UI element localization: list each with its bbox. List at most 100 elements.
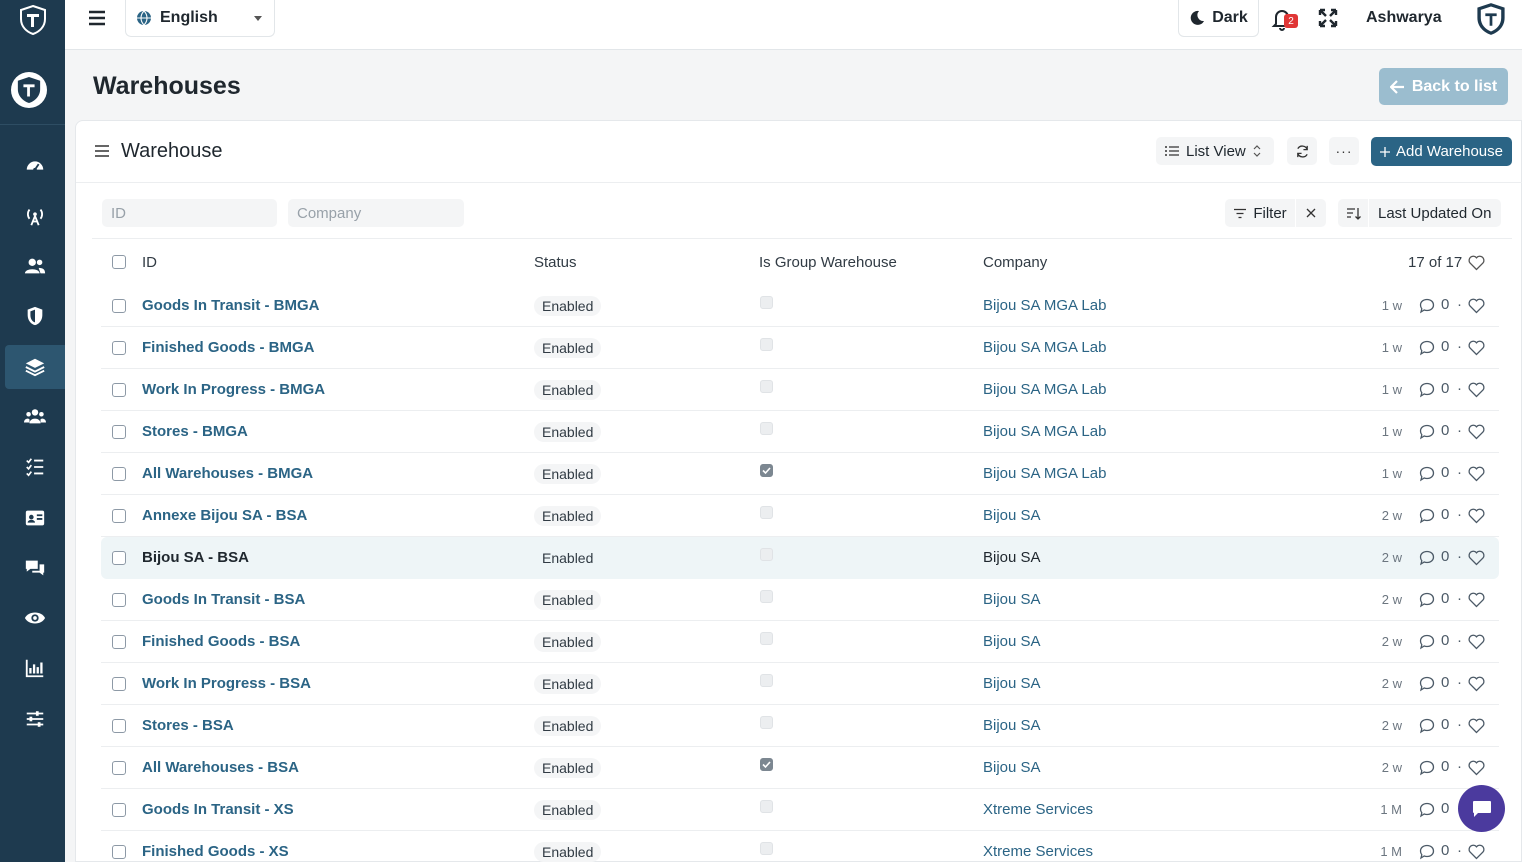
row-checkbox[interactable]	[112, 299, 126, 313]
row-checkbox[interactable]	[112, 341, 126, 355]
sidebar-item-tasks[interactable]	[5, 445, 65, 489]
company-link[interactable]: Xtreme Services	[983, 843, 1093, 860]
fullscreen-icon[interactable]	[1318, 8, 1338, 28]
column-header-company[interactable]: Company	[983, 254, 1047, 271]
warehouse-id-link[interactable]: All Warehouses - BMGA	[142, 465, 313, 482]
company-link[interactable]: Bijou SA	[983, 717, 1041, 734]
row-checkbox[interactable]	[112, 467, 126, 481]
username-label[interactable]: Ashwarya	[1366, 9, 1442, 27]
theme-toggle-button[interactable]: Dark	[1178, 0, 1259, 37]
table-row[interactable]: Work In Progress - BMGA Enabled Bijou SA M…	[101, 369, 1499, 411]
table-row[interactable]: Stores - BMGA Enabled Bijou SA MGA Lab 1 w 0…	[101, 411, 1499, 453]
heart-icon[interactable]	[1468, 592, 1485, 608]
warehouse-id-link[interactable]: All Warehouses - BSA	[142, 759, 299, 776]
table-row[interactable]: Finished Goods - BSA Enabled Bijou SA 2 w 0 ·	[101, 621, 1499, 663]
warehouse-id-link[interactable]: Finished Goods - XS	[142, 843, 289, 860]
heart-icon[interactable]	[1468, 676, 1485, 692]
sidebar-item-stock[interactable]	[5, 345, 65, 389]
heart-icon[interactable]	[1468, 340, 1485, 356]
row-checkbox[interactable]	[112, 593, 126, 607]
view-switcher[interactable]: List View	[1156, 137, 1274, 165]
sidebar-item-users[interactable]	[5, 244, 65, 288]
sidebar-item-settings[interactable]	[5, 697, 65, 741]
row-checkbox[interactable]	[112, 383, 126, 397]
sidebar-item-dashboard[interactable]	[5, 144, 65, 188]
warehouse-id-link[interactable]: Annexe Bijou SA - BSA	[142, 507, 307, 524]
row-checkbox[interactable]	[112, 803, 126, 817]
table-row[interactable]: Annexe Bijou SA - BSA Enabled Bijou SA 2 w 0…	[101, 495, 1499, 537]
heart-icon[interactable]	[1468, 424, 1485, 440]
sidebar-toggle-icon[interactable]	[94, 143, 110, 159]
sidebar-item-broadcast[interactable]	[5, 194, 65, 238]
comment-icon[interactable]	[1419, 718, 1435, 734]
refresh-button[interactable]	[1287, 137, 1317, 165]
menu-icon[interactable]	[85, 8, 109, 28]
filter-button[interactable]: Filter	[1225, 199, 1295, 227]
row-checkbox[interactable]	[112, 425, 126, 439]
sidebar-item-security[interactable]	[5, 294, 65, 338]
more-actions-button[interactable]: ···	[1329, 137, 1359, 165]
warehouse-id-link[interactable]: Finished Goods - BMGA	[142, 339, 315, 356]
company-logo-icon[interactable]	[1475, 2, 1507, 36]
company-link[interactable]: Xtreme Services	[983, 801, 1093, 818]
comment-icon[interactable]	[1419, 760, 1435, 776]
heart-icon[interactable]	[1468, 255, 1485, 271]
company-link[interactable]: Bijou SA	[983, 591, 1041, 608]
table-row[interactable]: Finished Goods - BMGA Enabled Bijou SA MGA…	[101, 327, 1499, 369]
sidebar-item-contacts[interactable]	[5, 496, 65, 540]
table-row[interactable]: Goods In Transit - BMGA Enabled Bijou SA M…	[101, 285, 1499, 327]
company-link[interactable]: Bijou SA	[983, 675, 1041, 692]
id-filter-input[interactable]	[102, 199, 277, 227]
comment-icon[interactable]	[1419, 298, 1435, 314]
warehouse-id-link[interactable]: Goods In Transit - BMGA	[142, 297, 320, 314]
table-row[interactable]: Bijou SA - BSA Enabled Bijou SA 2 w 0 ·	[101, 537, 1499, 579]
column-header-id[interactable]: ID	[142, 254, 157, 271]
row-checkbox[interactable]	[112, 761, 126, 775]
company-link[interactable]: Bijou SA MGA Lab	[983, 423, 1106, 440]
chat-widget-button[interactable]	[1458, 785, 1505, 832]
clear-filters-button[interactable]	[1296, 199, 1326, 227]
comment-icon[interactable]	[1419, 424, 1435, 440]
brand-logo-icon[interactable]	[0, 0, 65, 40]
comment-icon[interactable]	[1419, 382, 1435, 398]
row-checkbox[interactable]	[112, 635, 126, 649]
sidebar-item-reports[interactable]	[5, 646, 65, 690]
warehouse-id-link[interactable]: Work In Progress - BSA	[142, 675, 311, 692]
warehouse-id-link[interactable]: Work In Progress - BMGA	[142, 381, 325, 398]
column-header-is-group[interactable]: Is Group Warehouse	[759, 254, 897, 271]
comment-icon[interactable]	[1419, 802, 1435, 818]
comment-icon[interactable]	[1419, 466, 1435, 482]
warehouse-id-link[interactable]: Bijou SA - BSA	[142, 549, 249, 566]
table-row[interactable]: All Warehouses - BMGA Enabled Bijou SA MGA…	[101, 453, 1499, 495]
heart-icon[interactable]	[1468, 382, 1485, 398]
table-row[interactable]: Finished Goods - XS Enabled Xtreme Service…	[101, 831, 1499, 862]
company-link[interactable]: Bijou SA	[983, 549, 1041, 566]
row-checkbox[interactable]	[112, 551, 126, 565]
heart-icon[interactable]	[1468, 466, 1485, 482]
warehouse-id-link[interactable]: Goods In Transit - XS	[142, 801, 294, 818]
table-row[interactable]: Goods In Transit - XS Enabled Xtreme Servi…	[101, 789, 1499, 831]
company-filter-input[interactable]	[288, 199, 464, 227]
heart-icon[interactable]	[1468, 760, 1485, 776]
company-link[interactable]: Bijou SA	[983, 759, 1041, 776]
heart-icon[interactable]	[1468, 298, 1485, 314]
company-link[interactable]: Bijou SA MGA Lab	[983, 339, 1106, 356]
company-link[interactable]: Bijou SA MGA Lab	[983, 465, 1106, 482]
company-link[interactable]: Bijou SA MGA Lab	[983, 297, 1106, 314]
row-checkbox[interactable]	[112, 509, 126, 523]
heart-icon[interactable]	[1468, 634, 1485, 650]
company-link[interactable]: Bijou SA	[983, 507, 1041, 524]
language-select[interactable]: English	[125, 0, 275, 37]
select-all-checkbox[interactable]	[112, 255, 126, 269]
row-checkbox[interactable]	[112, 719, 126, 733]
avatar[interactable]	[11, 72, 47, 108]
column-header-status[interactable]: Status	[534, 254, 577, 271]
warehouse-id-link[interactable]: Goods In Transit - BSA	[142, 591, 305, 608]
table-row[interactable]: All Warehouses - BSA Enabled Bijou SA 2 w 0 ·	[101, 747, 1499, 789]
comment-icon[interactable]	[1419, 508, 1435, 524]
table-row[interactable]: Work In Progress - BSA Enabled Bijou SA 2 w…	[101, 663, 1499, 705]
sidebar-item-messages[interactable]	[5, 546, 65, 590]
sidebar-item-watch[interactable]	[5, 596, 65, 640]
heart-icon[interactable]	[1468, 508, 1485, 524]
sort-field-select[interactable]: Last Updated On	[1369, 199, 1501, 227]
